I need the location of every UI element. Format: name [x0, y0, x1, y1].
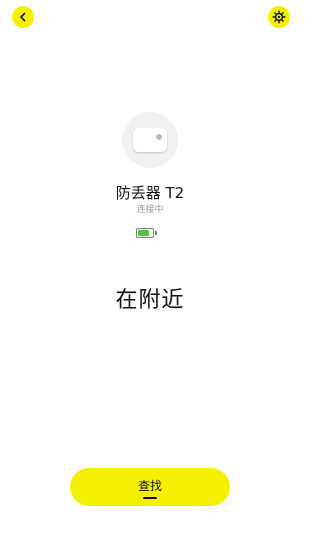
battery-icon	[136, 228, 158, 238]
tracker-tag-icon	[133, 128, 167, 152]
gear-icon	[272, 10, 286, 24]
battery-body	[136, 228, 154, 238]
proximity-status: 在附近	[115, 288, 185, 313]
device-image	[122, 112, 178, 168]
find-button-underline	[143, 497, 157, 499]
battery-fill	[138, 230, 150, 236]
find-button-label: 查找	[137, 479, 162, 493]
chevron-left-icon	[20, 12, 26, 22]
find-button[interactable]: 查找	[70, 468, 230, 506]
device-name: 防丢器 T2	[115, 184, 185, 202]
back-button[interactable]	[12, 6, 34, 28]
battery-cap	[155, 231, 157, 235]
settings-button[interactable]	[268, 6, 290, 28]
connection-status: 连接中	[136, 205, 164, 215]
